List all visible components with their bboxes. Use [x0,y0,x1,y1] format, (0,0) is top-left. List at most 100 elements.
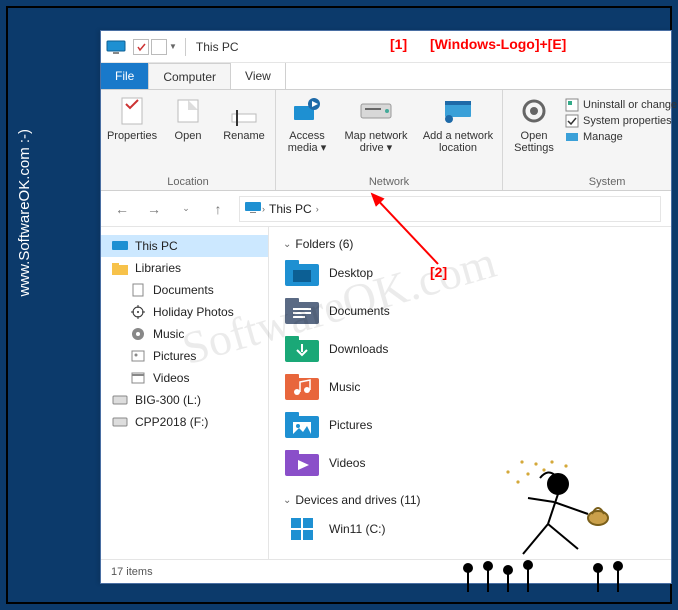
sidebar-label: Music [153,327,184,341]
open-settings-button[interactable]: Open Settings [509,94,559,154]
pictures-icon [129,348,147,364]
windows-drive-icon [283,513,321,545]
folder-label: Documents [329,304,390,318]
folders-group-header[interactable]: ⌄ Folders (6) [283,237,657,251]
chevron-down-icon: ⌄ [283,239,291,250]
access-media-button[interactable]: Access media ▾ [282,94,332,154]
drive-icon [359,94,393,128]
folder-videos[interactable]: Videos [283,447,463,479]
music-icon [129,326,147,342]
address-bar[interactable]: › This PC › [239,196,661,222]
sidebar-item-music[interactable]: Music [101,323,268,345]
folder-label: Desktop [329,266,373,280]
drives-header-label: Devices and drives (11) [295,493,420,507]
drive-programme[interactable]: PROGRAMME (D [283,551,463,559]
back-button[interactable]: ← [111,198,133,220]
item-count: 17 items [111,566,153,578]
sidebar-item-videos[interactable]: Videos [101,367,268,389]
photos-icon [129,304,147,320]
content-pane: ⌄ Folders (6) Desktop Documents Downloads… [269,227,671,559]
sidebar-item-thispc[interactable]: This PC [101,235,268,257]
sidebar-item-pictures[interactable]: Pictures [101,345,268,367]
window-title: This PC [196,40,239,54]
titlebar: ▼ This PC [101,31,671,63]
folder-icon [283,371,321,403]
tab-view[interactable]: View [231,63,286,89]
tab-file[interactable]: File [101,63,149,89]
pc-icon [244,200,262,218]
tab-computer[interactable]: Computer [149,63,231,89]
sidebar-item-holiday[interactable]: Holiday Photos [101,301,268,323]
qat-dropdown-icon[interactable]: ▼ [169,42,177,51]
folder-documents[interactable]: Documents [283,295,463,327]
folder-music[interactable]: Music [283,371,463,403]
sidebar-label: BIG-300 (L:) [135,393,201,407]
folder-pictures[interactable]: Pictures [283,409,463,441]
nav-toolbar: ← → ⌄ ↑ › This PC › [101,191,671,227]
rename-button[interactable]: Rename [219,94,269,142]
chevron-down-icon: ⌄ [283,495,291,506]
ribbon-group-location: Properties Open Rename Location [101,90,276,190]
folder-downloads[interactable]: Downloads [283,333,463,365]
folder-icon [283,409,321,441]
qat-button[interactable] [151,39,167,55]
open-settings-label: Open Settings [509,130,559,154]
sidebar-label: Libraries [135,261,181,275]
sidebar-item-cpp2018[interactable]: CPP2018 (F:) [101,411,268,433]
sidebar-item-big300[interactable]: BIG-300 (L:) [101,389,268,411]
sidebar-label: Videos [153,371,189,385]
access-media-label: Access media ▾ [282,130,332,154]
folder-label: Pictures [329,418,372,432]
open-icon [171,94,205,128]
annotation-1-text: [Windows-Logo]+[E] [430,36,566,52]
ribbon-tabs: File Computer View [101,63,671,89]
drive-icon [283,551,321,559]
rename-icon [227,94,261,128]
up-button[interactable]: ↑ [207,198,229,220]
open-button[interactable]: Open [163,94,213,142]
gear-icon [517,94,551,128]
folder-label: Videos [329,456,365,470]
sidebar-item-documents[interactable]: Documents [101,279,268,301]
properties-label: Properties [107,130,157,142]
uninstall-button[interactable]: Uninstall or change a pro [565,98,678,112]
sidebar-label: Documents [153,283,214,297]
explorer-body: This PC Libraries Documents Holiday Phot… [101,227,671,559]
history-dropdown[interactable]: ⌄ [175,198,197,220]
breadcrumb-thispc[interactable]: This PC [265,202,316,216]
group-label-system: System [509,173,678,188]
ribbon-group-system: Open Settings Uninstall or change a pro … [503,90,678,190]
add-location-label: Add a network location [420,130,496,154]
media-icon [290,94,324,128]
sysprops-label: System properties [583,115,672,127]
forward-button[interactable]: → [143,198,165,220]
folders-header-label: Folders (6) [295,237,353,251]
manage-button[interactable]: Manage [565,130,678,144]
folder-icon [283,295,321,327]
add-network-location-button[interactable]: Add a network location [420,94,496,154]
uninstall-label: Uninstall or change a pro [583,99,678,111]
status-bar: 17 items [101,559,671,583]
system-properties-button[interactable]: System properties [565,114,678,128]
chevron-right-icon[interactable]: › [316,204,319,214]
folder-label: Downloads [329,342,388,356]
pc-icon [111,238,129,254]
drive-win11[interactable]: Win11 (C:) [283,513,463,545]
sidebar-label: Pictures [153,349,196,363]
separator [185,38,186,56]
properties-button[interactable]: Properties [107,94,157,142]
manage-icon [565,130,579,144]
sidebar-label: This PC [135,239,178,253]
uninstall-icon [565,98,579,112]
properties-icon [115,94,149,128]
sidebar-item-libraries[interactable]: Libraries [101,257,268,279]
ribbon: Properties Open Rename Location Access m… [101,89,671,191]
qat-button[interactable] [133,39,149,55]
sidebar-label: Holiday Photos [153,305,234,319]
drives-group-header[interactable]: ⌄ Devices and drives (11) [283,493,657,507]
network-location-icon [441,94,475,128]
map-network-drive-button[interactable]: Map network drive ▾ [338,94,414,154]
annotation-2: [2] [430,264,447,280]
drive-icon [111,414,129,430]
checkbox-icon [565,114,579,128]
